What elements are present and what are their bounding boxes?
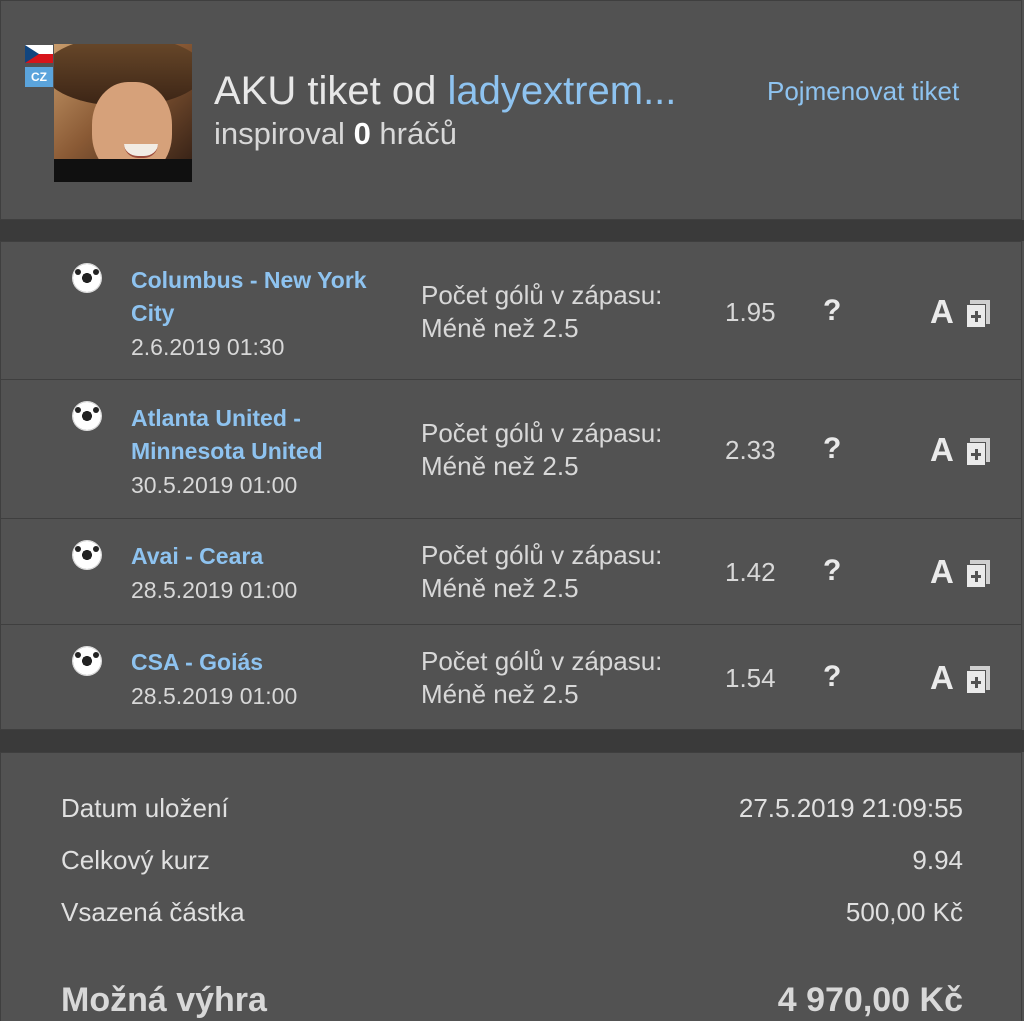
analysis-icon[interactable]: A [930, 553, 954, 591]
possible-win-label: Možná výhra [61, 981, 267, 1019]
match-date: 28.5.2019 01:00 [131, 683, 298, 709]
analysis-icon[interactable]: A [930, 659, 954, 697]
match-name-link[interactable]: Columbus - New York City [131, 264, 367, 330]
bet-list: Columbus - New York City 2.6.2019 01:30 … [0, 241, 1024, 730]
add-to-ticket-icon[interactable] [966, 438, 990, 466]
soccer-ball-icon [73, 541, 101, 569]
czech-flag-icon [25, 45, 53, 63]
match-date: 28.5.2019 01:00 [131, 577, 298, 603]
help-icon[interactable]: ? [823, 554, 841, 588]
market-line-1: Počet gólů v zápasu: [421, 280, 663, 310]
inspired-suffix: hráčů [370, 116, 457, 151]
ticket-header: CZ AKU tiket od ladyextrem... Pojmenovat… [0, 0, 1022, 220]
total-odds-label: Celkový kurz [61, 845, 210, 875]
rename-ticket-link[interactable]: Pojmenovat tiket [767, 76, 959, 107]
table-row: Columbus - New York City 2.6.2019 01:30 … [0, 241, 1022, 380]
table-row: CSA - Goiás 28.5.2019 01:00 Počet gólů v… [0, 625, 1022, 730]
match-date: 2.6.2019 01:30 [131, 334, 285, 360]
ticket-title: AKU tiket od ladyextrem... [214, 65, 676, 117]
market: Počet gólů v zápasu: Méně než 2.5 [421, 539, 662, 605]
soccer-ball-icon [73, 647, 101, 675]
market-line-1: Počet gólů v zápasu: [421, 646, 663, 676]
market: Počet gólů v zápasu: Méně než 2.5 [421, 279, 662, 345]
match-name-link[interactable]: Avai - Ceara [131, 540, 263, 573]
odds-value: 1.42 [725, 557, 776, 587]
divider [0, 220, 1024, 241]
market-line-2: Méně než 2.5 [421, 573, 579, 603]
soccer-ball-icon [73, 402, 101, 430]
market: Počet gólů v zápasu: Méně než 2.5 [421, 645, 662, 711]
add-to-ticket-icon[interactable] [966, 300, 990, 328]
market-line-2: Méně než 2.5 [421, 451, 579, 481]
market: Počet gólů v zápasu: Méně než 2.5 [421, 417, 662, 483]
inspired-prefix: inspiroval [214, 116, 354, 151]
possible-win-value: 4 970,00 Kč [777, 981, 963, 1019]
odds-value: 1.54 [725, 663, 776, 693]
saved-date-value: 27.5.2019 21:09:55 [738, 793, 963, 823]
match-name-link[interactable]: Atlanta United - Minnesota United [131, 402, 323, 468]
odds-value: 2.33 [725, 435, 776, 465]
match-line-1[interactable]: CSA - Goiás [131, 646, 263, 679]
table-row: Atlanta United - Minnesota United 30.5.2… [0, 380, 1022, 519]
ticket-summary: Datum uložení 27.5.2019 21:09:55 Celkový… [0, 752, 1022, 1021]
divider [0, 730, 1024, 752]
match-date: 30.5.2019 01:00 [131, 472, 298, 498]
match-line-1[interactable]: Atlanta United - [131, 402, 323, 435]
inspired-count: 0 [353, 116, 371, 151]
username-link[interactable]: ladyextrem... [447, 69, 676, 113]
help-icon[interactable]: ? [823, 294, 841, 328]
total-odds-value: 9.94 [912, 845, 963, 875]
analysis-icon[interactable]: A [930, 293, 954, 331]
add-to-ticket-icon[interactable] [966, 560, 990, 588]
avatar[interactable] [54, 44, 192, 182]
inspired-count-text: inspiroval 0 hráčů [214, 116, 457, 152]
table-row: Avai - Ceara 28.5.2019 01:00 Počet gólů … [0, 519, 1022, 625]
market-line-2: Méně než 2.5 [421, 679, 579, 709]
market-line-1: Počet gólů v zápasu: [421, 540, 663, 570]
market-line-1: Počet gólů v zápasu: [421, 418, 663, 448]
match-line-2[interactable]: City [131, 297, 367, 330]
match-name-link[interactable]: CSA - Goiás [131, 646, 263, 679]
help-icon[interactable]: ? [823, 660, 841, 694]
stake-value: 500,00 Kč [845, 897, 963, 927]
odds-value: 1.95 [725, 297, 776, 327]
market-line-2: Méně než 2.5 [421, 313, 579, 343]
saved-date-label: Datum uložení [61, 793, 229, 823]
match-line-1[interactable]: Columbus - New York [131, 264, 367, 297]
analysis-icon[interactable]: A [930, 431, 954, 469]
stake-label: Vsazená částka [61, 897, 245, 927]
soccer-ball-icon [73, 264, 101, 292]
help-icon[interactable]: ? [823, 432, 841, 466]
add-to-ticket-icon[interactable] [966, 666, 990, 694]
match-line-1[interactable]: Avai - Ceara [131, 540, 263, 573]
country-badge: CZ [25, 67, 53, 87]
title-prefix: AKU tiket od [214, 69, 448, 113]
match-line-2[interactable]: Minnesota United [131, 435, 323, 468]
